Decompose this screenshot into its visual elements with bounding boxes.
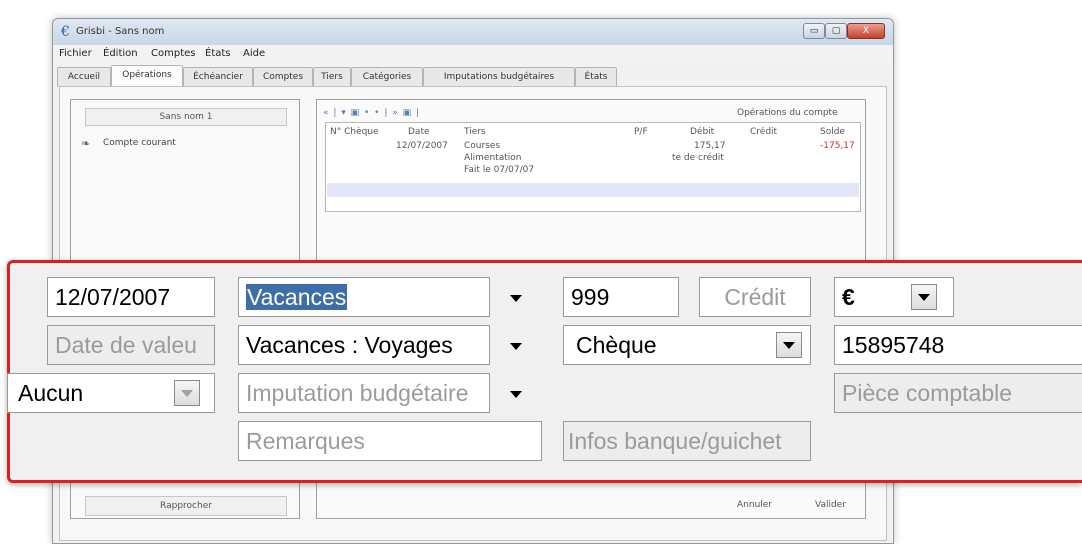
tab-echeancier[interactable]: Échéancier	[183, 67, 253, 87]
row-notes: Fait le 07/07/07	[464, 165, 535, 175]
payee-selected-text: Vacances	[246, 284, 348, 310]
menu-comptes[interactable]: Comptes	[151, 48, 195, 59]
menu-bar: Fichier Édition Comptes États Aide	[53, 45, 893, 65]
row-solde: -175,17	[820, 141, 855, 151]
tab-tiers[interactable]: Tiers	[313, 67, 351, 87]
window-title: Grisbi - Sans nom	[76, 26, 165, 37]
row-debit: 175,17	[694, 141, 726, 151]
exercise-select[interactable]: Aucun	[7, 373, 215, 413]
minimize-button[interactable]: ▭	[803, 23, 825, 39]
exercise-value: Aucun	[18, 380, 84, 406]
bank-info-field[interactable]: Infos banque/guichet	[563, 421, 811, 461]
category-dropdown-arrow-icon[interactable]	[510, 343, 522, 350]
payment-type-select[interactable]: Chèque	[563, 325, 811, 365]
menu-edition[interactable]: Édition	[103, 48, 138, 59]
tab-etats[interactable]: États	[575, 67, 617, 87]
debit-field[interactable]: 999	[563, 277, 679, 317]
row-tiers: Courses	[464, 141, 501, 151]
close-button[interactable]: X	[847, 23, 885, 39]
chevron-down-icon	[181, 390, 193, 397]
tab-operations[interactable]: Opérations	[111, 65, 183, 87]
notebook-tabs: Accueil Opérations Échéancier Comptes Ti…	[53, 65, 893, 87]
budget-dropdown-arrow-icon[interactable]	[510, 391, 522, 398]
grisbi-logo-icon: €	[61, 24, 70, 40]
maximize-button[interactable]: ▢	[825, 23, 847, 39]
column-header-date[interactable]: Date	[408, 127, 430, 137]
tab-imputations[interactable]: Imputations budgétaires	[423, 67, 575, 87]
wallet-icon: ❧	[81, 137, 91, 150]
menu-aide[interactable]: Aide	[243, 48, 265, 59]
operations-title: Opérations du compte	[737, 108, 838, 118]
validate-button[interactable]: Valider	[815, 500, 846, 510]
currency-value: €	[842, 284, 855, 310]
category-field[interactable]: Vacances : Voyages	[238, 325, 490, 365]
title-bar[interactable]: € Grisbi - Sans nom ▭ ▢ X	[53, 19, 893, 45]
column-header-debit[interactable]: Débit	[690, 127, 714, 137]
exercise-dropdown-button[interactable]	[174, 380, 200, 406]
column-header-credit[interactable]: Crédit	[750, 127, 777, 137]
currency-select[interactable]: €	[834, 277, 954, 317]
menu-fichier[interactable]: Fichier	[59, 48, 92, 59]
transactions-list[interactable]: N° Chèque Date Tiers P/F Débit Crédit So…	[325, 122, 861, 212]
row-payment: te de crédit	[672, 153, 724, 163]
column-header-cheque[interactable]: N° Chèque	[330, 127, 379, 137]
currency-dropdown-button[interactable]	[911, 284, 937, 310]
budget-field[interactable]: Imputation budgétaire	[238, 373, 490, 413]
operations-toolbar[interactable]: « | ▾ ▣ • • | » ▣ |	[323, 108, 420, 118]
row-date: 12/07/2007	[396, 141, 448, 151]
notes-field[interactable]: Remarques	[238, 421, 542, 461]
menu-etats[interactable]: États	[205, 48, 231, 59]
value-date-field[interactable]: Date de valeu	[47, 325, 215, 365]
payee-field[interactable]: Vacances	[238, 277, 490, 317]
tab-accueil[interactable]: Accueil	[57, 67, 111, 87]
date-field[interactable]: 12/07/2007	[47, 277, 215, 317]
selected-row[interactable]	[327, 183, 859, 197]
chevron-down-icon	[918, 294, 930, 301]
row-category: Alimentation	[464, 153, 522, 163]
cancel-button[interactable]: Annuler	[737, 500, 772, 510]
transaction-form-zoom: 12/07/2007 Vacances 999 Crédit € Date de…	[7, 260, 1082, 483]
credit-field[interactable]: Crédit	[699, 277, 811, 317]
payment-type-value: Chèque	[576, 332, 657, 358]
accounting-piece-field[interactable]: Pièce comptable	[834, 373, 1082, 413]
account-item-compte-courant[interactable]: Compte courant	[103, 138, 176, 148]
column-header-pf[interactable]: P/F	[634, 127, 648, 137]
payment-type-dropdown-button[interactable]	[776, 332, 802, 358]
reconcile-button[interactable]: Rapprocher	[85, 496, 287, 516]
column-header-solde[interactable]: Solde	[820, 127, 845, 137]
tab-categories[interactable]: Catégories	[351, 67, 423, 87]
payee-dropdown-arrow-icon[interactable]	[510, 295, 522, 302]
file-name-header: Sans nom 1	[85, 108, 287, 126]
column-header-tiers[interactable]: Tiers	[464, 127, 486, 137]
tab-comptes[interactable]: Comptes	[253, 67, 313, 87]
cheque-number-field[interactable]: 15895748	[834, 325, 1082, 365]
chevron-down-icon	[783, 342, 795, 349]
